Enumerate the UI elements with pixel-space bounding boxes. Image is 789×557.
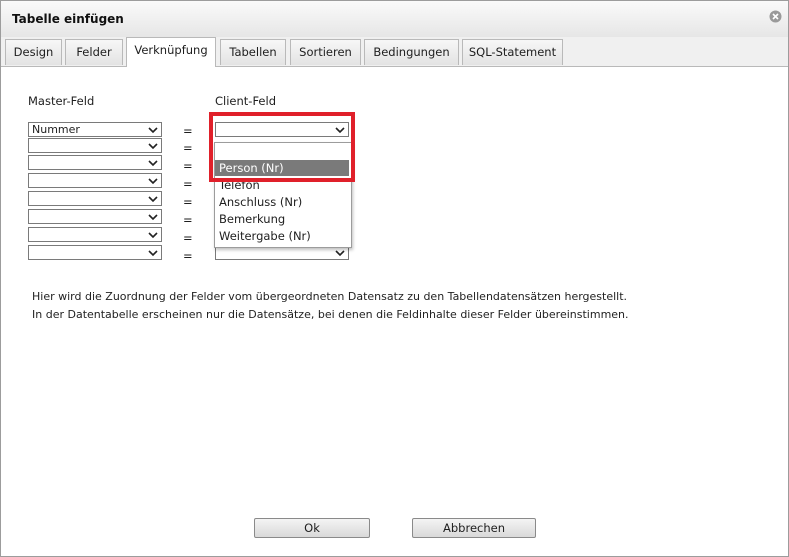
tab-content: Master-Feld Client-Feld Nummer = = = = =… [1, 67, 788, 556]
dialog-title: Tabelle einfügen [12, 12, 124, 26]
dialog-window: Tabelle einfügen Design Felder Verknüpfu… [0, 0, 789, 557]
tab-label: Verknüpfung [134, 43, 208, 57]
master-field-select[interactable] [28, 173, 162, 188]
chevron-down-icon [148, 127, 158, 134]
dropdown-option[interactable]: Bemerkung [215, 211, 349, 227]
tab-label: SQL-Statement [468, 45, 557, 59]
chevron-down-icon [148, 143, 158, 150]
tab-sql-statement[interactable]: SQL-Statement [462, 39, 563, 65]
title-bar: Tabelle einfügen [1, 1, 788, 38]
chevron-down-icon [148, 178, 158, 185]
tab-label: Sortieren [299, 45, 352, 59]
tab-label: Bedingungen [373, 45, 450, 59]
tab-label: Felder [76, 45, 112, 59]
master-field-select[interactable] [28, 155, 162, 170]
cancel-button[interactable]: Abbrechen [412, 518, 536, 538]
chevron-down-icon [148, 196, 158, 203]
equals-sign: = [183, 159, 193, 173]
tab-label: Tabellen [229, 45, 277, 59]
tab-label: Design [13, 45, 54, 59]
annotation-highlight-box [209, 112, 355, 182]
equals-sign: = [183, 231, 193, 245]
chevron-down-icon [148, 160, 158, 167]
tab-design[interactable]: Design [5, 39, 62, 65]
tab-tabellen[interactable]: Tabellen [220, 39, 286, 65]
equals-sign: = [183, 249, 193, 263]
ok-button[interactable]: Ok [254, 518, 370, 538]
master-field-select[interactable] [28, 227, 162, 242]
tab-felder[interactable]: Felder [65, 39, 123, 65]
tab-bedingungen[interactable]: Bedingungen [364, 39, 459, 65]
chevron-down-icon [148, 232, 158, 239]
master-field-select[interactable] [28, 245, 162, 260]
master-field-select[interactable] [28, 209, 162, 224]
tab-sortieren[interactable]: Sortieren [290, 39, 361, 65]
equals-sign: = [183, 124, 193, 138]
chevron-down-icon [335, 250, 345, 257]
client-field-header: Client-Feld [215, 94, 276, 108]
dropdown-option[interactable]: Weitergabe (Nr) [215, 228, 349, 244]
info-text-line: In der Datentabelle erscheinen nur die D… [32, 308, 629, 321]
master-field-select[interactable] [28, 138, 162, 153]
chevron-down-icon [148, 250, 158, 257]
dropdown-option[interactable]: Anschluss (Nr) [215, 194, 349, 210]
select-value: Nummer [32, 123, 80, 136]
close-icon[interactable] [769, 10, 782, 23]
equals-sign: = [183, 195, 193, 209]
chevron-down-icon [148, 214, 158, 221]
equals-sign: = [183, 213, 193, 227]
info-text-line: Hier wird die Zuordnung der Felder vom ü… [32, 290, 628, 303]
equals-sign: = [183, 141, 193, 155]
equals-sign: = [183, 177, 193, 191]
button-label: Ok [304, 521, 320, 535]
master-field-select[interactable] [28, 191, 162, 206]
tab-verknuepfung[interactable]: Verknüpfung [126, 37, 216, 67]
tab-bar: Design Felder Verknüpfung Tabellen Sorti… [1, 37, 788, 67]
master-field-select[interactable]: Nummer [28, 122, 162, 137]
master-field-header: Master-Feld [28, 94, 95, 108]
button-label: Abbrechen [443, 521, 505, 535]
